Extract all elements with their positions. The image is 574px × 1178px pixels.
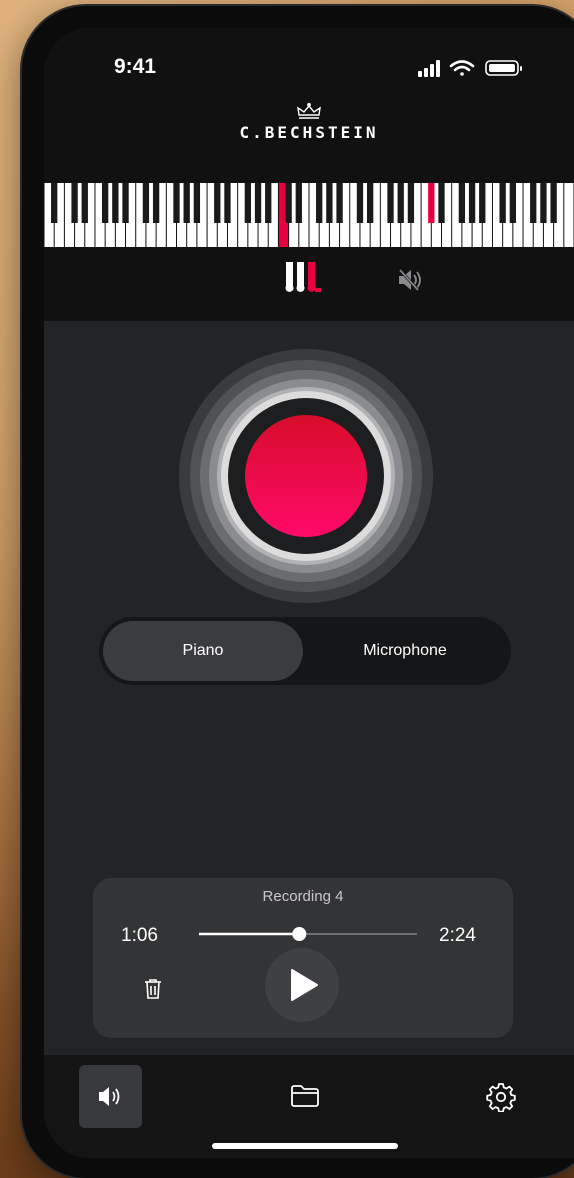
black-key [101, 183, 109, 223]
input-source-toggle: Piano Microphone [99, 617, 511, 685]
nav-speaker-button[interactable] [79, 1065, 142, 1128]
black-key [397, 183, 404, 223]
black-key [540, 183, 547, 223]
brand-name: C.BECHSTEIN [239, 123, 379, 142]
play-button[interactable] [265, 948, 339, 1022]
record-button-area [179, 349, 433, 603]
black-key [81, 183, 88, 223]
wifi-icon [449, 60, 475, 76]
piano-keyboard [44, 183, 574, 247]
black-key [183, 183, 190, 223]
black-key [366, 183, 374, 223]
white-key [564, 183, 574, 247]
black-key [458, 183, 466, 223]
recording-player: Recording 4 1:06 2:24 [93, 878, 513, 1038]
trash-icon[interactable] [143, 978, 163, 1000]
progress-slider[interactable] [199, 926, 417, 942]
black-key [407, 183, 415, 223]
status-time: 9:41 [114, 55, 157, 78]
brand-logo: C.BECHSTEIN [44, 103, 574, 143]
black-key [336, 183, 343, 223]
home-indicator [212, 1143, 398, 1149]
black-key [193, 183, 201, 223]
cellular-signal-icon [418, 60, 440, 77]
total-time: 2:24 [439, 925, 476, 946]
black-key [71, 183, 78, 223]
black-key [356, 183, 364, 223]
speaker-muted-icon[interactable] [397, 269, 423, 291]
toggle-option-microphone[interactable]: Microphone [305, 621, 505, 681]
status-icons [418, 60, 522, 77]
black-key [152, 183, 160, 223]
black-key [265, 183, 272, 223]
black-key [479, 183, 486, 223]
black-key [295, 183, 302, 223]
battery-icon [485, 60, 522, 76]
folder-icon[interactable] [290, 1083, 320, 1109]
slider-thumb[interactable] [292, 927, 307, 941]
recording-title: Recording 4 [262, 888, 344, 905]
black-key [387, 183, 394, 223]
black-key [122, 183, 129, 223]
black-key [173, 183, 180, 223]
black-key [244, 183, 252, 223]
black-key [499, 183, 506, 223]
black-key [112, 183, 119, 223]
bottom-nav [44, 1055, 574, 1158]
black-key [550, 183, 557, 223]
crown-icon [297, 103, 321, 119]
black-key [530, 183, 537, 223]
toggle-option-piano[interactable]: Piano [103, 621, 303, 681]
black-key [51, 183, 58, 223]
record-button[interactable] [245, 415, 367, 537]
black-key [142, 183, 150, 223]
black-key [254, 183, 262, 223]
speaker-icon [99, 1087, 120, 1106]
black-key [326, 183, 333, 223]
black-key [316, 183, 323, 223]
status-bar: 9:41 [44, 28, 574, 108]
elapsed-time: 1:06 [121, 925, 158, 946]
black-key [224, 183, 231, 223]
black-key [438, 183, 445, 223]
app-screen: 9:41 C.BECHSTEIN Piano Microphone Record… [44, 28, 574, 1158]
black-key [509, 183, 517, 223]
black-key [214, 183, 221, 223]
mode-row [44, 260, 574, 302]
gear-icon[interactable] [486, 1082, 516, 1112]
play-icon [291, 969, 318, 1001]
black-key [285, 183, 292, 223]
black-key [428, 183, 435, 223]
black-key [468, 183, 476, 223]
piano-keys-icon[interactable] [282, 262, 324, 296]
